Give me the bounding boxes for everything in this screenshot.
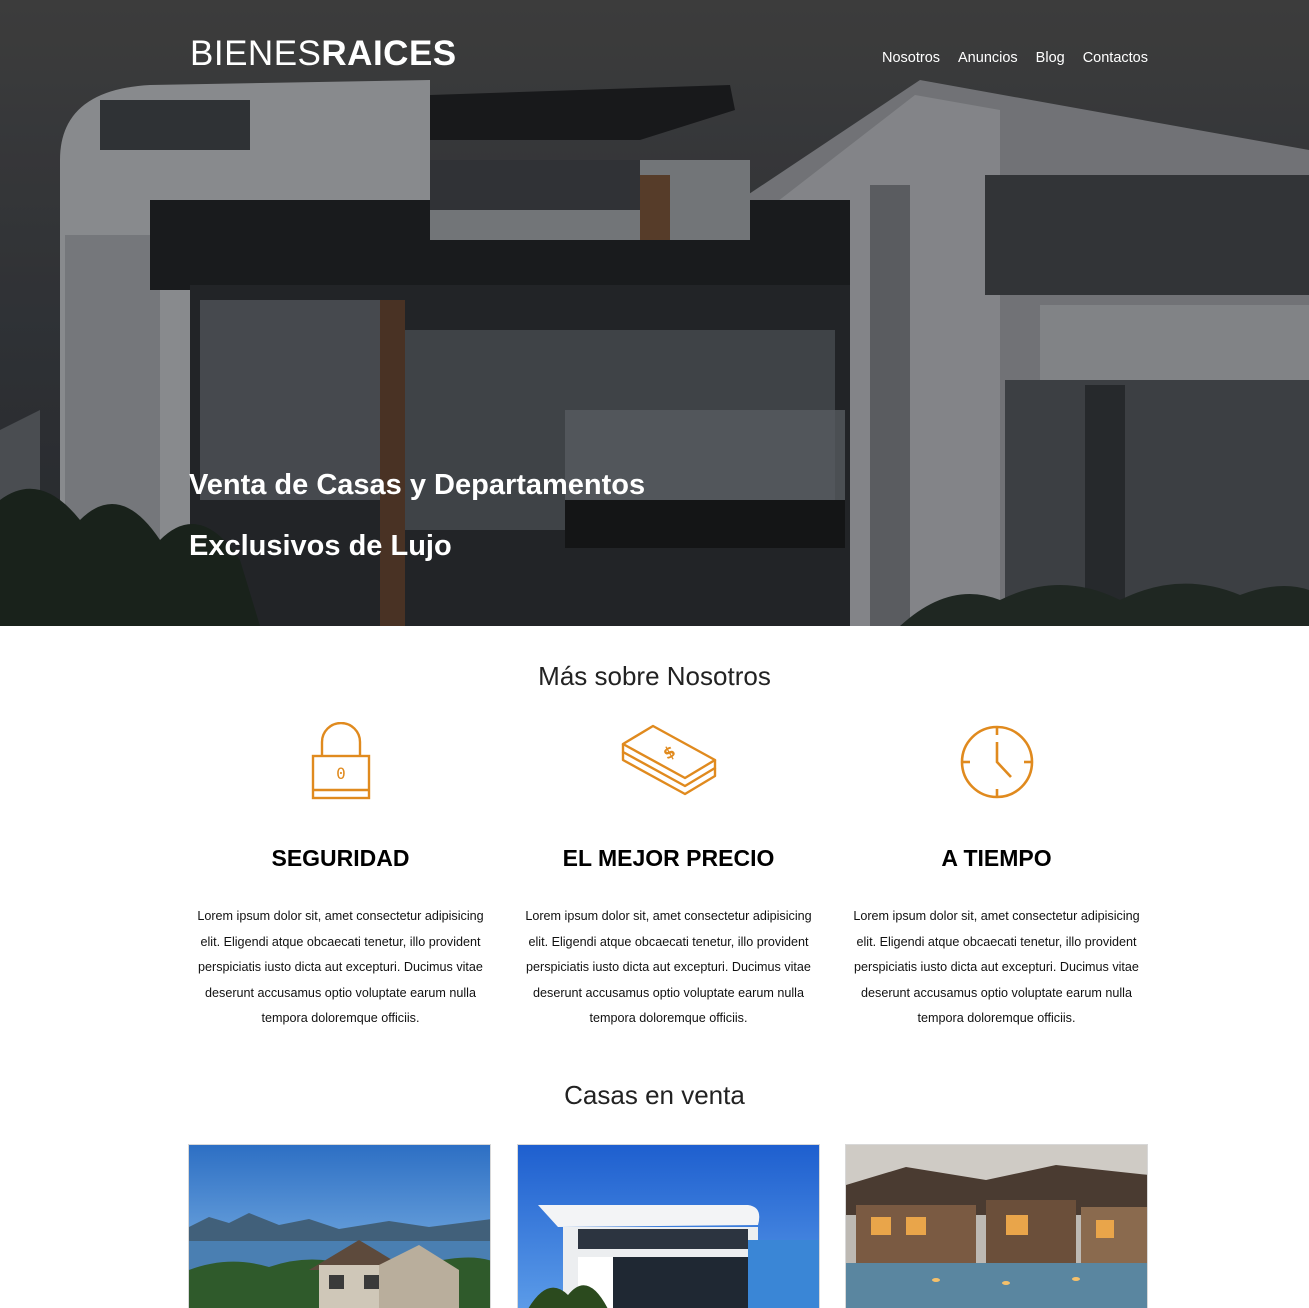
- feature-mejor-precio: $ EL MEJOR PRECIO Lorem ipsum dolor sit,…: [517, 722, 820, 1032]
- nav-link-anuncios[interactable]: Anuncios: [958, 48, 1018, 68]
- nav-link-blog[interactable]: Blog: [1036, 48, 1065, 68]
- listing-card-image-2[interactable]: [517, 1144, 820, 1308]
- feature-a-tiempo: A TIEMPO Lorem ipsum dolor sit, amet con…: [845, 722, 1148, 1032]
- svg-text:$: $: [659, 741, 678, 763]
- money-icon: $: [517, 722, 820, 804]
- hero: BIENESRAICES Nosotros Anuncios Blog Cont…: [0, 0, 1309, 626]
- hero-title: Venta de Casas y Departamentos Exclusivo…: [189, 455, 645, 577]
- logo-light-text: BIENES: [190, 34, 322, 73]
- feature-title: SEGURIDAD: [271, 845, 410, 871]
- svg-text:0: 0: [336, 764, 346, 783]
- feature-text: Lorem ipsum dolor sit, amet consectetur …: [853, 909, 1140, 1025]
- feature-seguridad: 0 SEGURIDAD Lorem ipsum dolor sit, amet …: [189, 722, 492, 1032]
- nav-link-nosotros[interactable]: Nosotros: [882, 48, 940, 68]
- hero-title-line1: Venta de Casas y Departamentos: [189, 469, 646, 501]
- about-section-title: Más sobre Nosotros: [538, 661, 771, 691]
- lock-icon: 0: [189, 722, 492, 804]
- main-nav: Nosotros Anuncios Blog Contactos: [882, 48, 1148, 68]
- listings-section-title: Casas en venta: [564, 1080, 745, 1110]
- site-logo[interactable]: BIENESRAICES: [190, 34, 457, 74]
- feature-title: EL MEJOR PRECIO: [562, 845, 775, 871]
- listing-card-image-1[interactable]: [188, 1144, 491, 1308]
- feature-title: A TIEMPO: [941, 845, 1052, 871]
- feature-text: Lorem ipsum dolor sit, amet consectetur …: [197, 909, 484, 1025]
- hero-title-line2: Exclusivos de Lujo: [189, 530, 452, 562]
- nav-link-contactos[interactable]: Contactos: [1083, 48, 1148, 68]
- feature-text: Lorem ipsum dolor sit, amet consectetur …: [525, 909, 812, 1025]
- clock-icon: [845, 722, 1148, 804]
- listing-card-image-3[interactable]: [845, 1144, 1148, 1308]
- logo-bold-text: RAICES: [321, 34, 457, 73]
